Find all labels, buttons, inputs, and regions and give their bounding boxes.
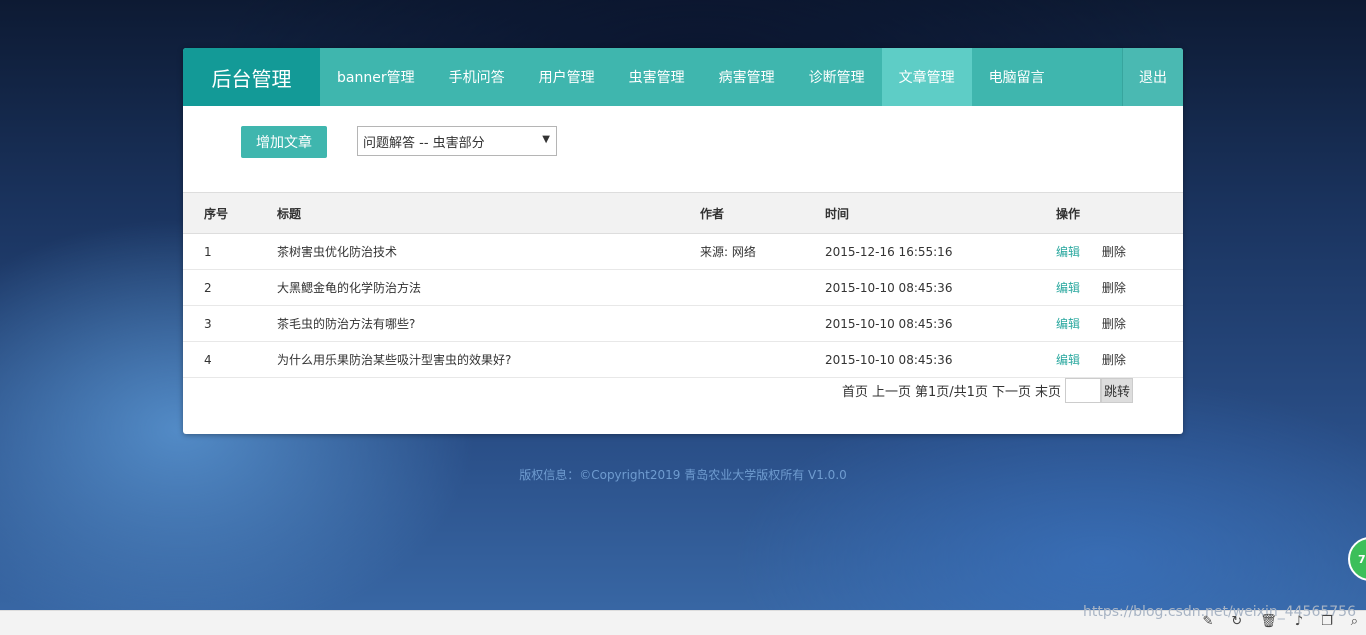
row-title: 茶毛虫的防治方法有哪些?	[277, 305, 700, 342]
table-row: 3 茶毛虫的防治方法有哪些? 2015-10-10 08:45:36 编辑 删除	[183, 305, 1183, 342]
page-jump-button[interactable]: 跳转	[1100, 378, 1133, 403]
delete-link[interactable]: 删除	[1102, 353, 1126, 367]
speed-badge[interactable]: 75	[1348, 537, 1366, 581]
row-id: 3	[183, 305, 277, 342]
row-actions: 编辑 删除	[1056, 233, 1183, 270]
edit-link[interactable]: 编辑	[1056, 353, 1080, 367]
nav-diseases[interactable]: 病害管理	[702, 48, 792, 106]
speaker-icon[interactable]: ♪	[1295, 614, 1303, 629]
pager-first[interactable]: 首页	[842, 381, 868, 400]
row-time: 2015-10-10 08:45:36	[825, 305, 1056, 342]
header-actions: 操作	[1056, 206, 1081, 221]
row-author: 来源: 网络	[700, 233, 825, 270]
nav-pc-messages[interactable]: 电脑留言	[972, 48, 1062, 106]
refresh-icon[interactable]: ↻	[1231, 614, 1242, 629]
nav-diagnosis[interactable]: 诊断管理	[792, 48, 882, 106]
row-time: 2015-10-10 08:45:36	[825, 341, 1056, 378]
row-author	[700, 305, 825, 342]
row-actions: 编辑 删除	[1056, 269, 1183, 306]
page-jump-input[interactable]	[1064, 378, 1101, 403]
toolbar: 增加文章 问题解答 -- 虫害部分 ▼	[183, 106, 1183, 192]
table-row: 4 为什么用乐果防治某些吸汁型害虫的效果好? 2015-10-10 08:45:…	[183, 341, 1183, 378]
nav-articles[interactable]: 文章管理	[881, 48, 972, 106]
header-time: 时间	[825, 206, 850, 221]
nav-mobile-qa[interactable]: 手机问答	[432, 48, 522, 106]
row-author	[700, 341, 825, 378]
pager-last[interactable]: 末页	[1035, 381, 1061, 400]
logout-button[interactable]: 退出	[1122, 48, 1183, 106]
pager-info: 第1页/共1页	[915, 385, 988, 400]
row-author	[700, 269, 825, 306]
row-actions: 编辑 删除	[1056, 341, 1183, 378]
pager-next[interactable]: 下一页	[992, 381, 1031, 400]
table-header-row: 序号 标题 作者 时间 操作	[183, 192, 1183, 234]
table-row: 2 大黑鳃金龟的化学防治方法 2015-10-10 08:45:36 编辑 删除	[183, 269, 1183, 306]
nav-users[interactable]: 用户管理	[522, 48, 612, 106]
row-id: 4	[183, 341, 277, 378]
row-title: 茶树害虫优化防治技术	[277, 233, 700, 270]
edit-link[interactable]: 编辑	[1056, 317, 1080, 331]
category-select-value: 问题解答 -- 虫害部分	[363, 135, 485, 151]
header-title: 标题	[277, 206, 302, 221]
top-navbar: 后台管理 banner管理 手机问答 用户管理 虫害管理 病害管理 诊断管理 文…	[183, 48, 1183, 106]
header-id: 序号	[204, 206, 229, 221]
add-article-button[interactable]: 增加文章	[241, 126, 327, 158]
pin-icon[interactable]: ✎	[1202, 614, 1213, 629]
nav-pests[interactable]: 虫害管理	[612, 48, 702, 106]
row-title: 大黑鳃金龟的化学防治方法	[277, 269, 700, 306]
nav-banner[interactable]: banner管理	[320, 48, 432, 106]
edit-link[interactable]: 编辑	[1056, 245, 1080, 259]
row-time: 2015-10-10 08:45:36	[825, 269, 1056, 306]
table-row: 1 茶树害虫优化防治技术 来源: 网络 2015-12-16 16:55:16 …	[183, 233, 1183, 270]
copy-icon[interactable]: ❐	[1321, 614, 1333, 629]
row-id: 2	[183, 269, 277, 306]
row-time: 2015-12-16 16:55:16	[825, 233, 1056, 270]
brand-title: 后台管理	[183, 48, 320, 106]
search-icon[interactable]: ⌕	[1351, 614, 1358, 629]
delete-link[interactable]: 删除	[1102, 281, 1126, 295]
category-select[interactable]: 问题解答 -- 虫害部分 ▼	[357, 126, 557, 156]
row-title: 为什么用乐果防治某些吸汁型害虫的效果好?	[277, 341, 700, 378]
row-actions: 编辑 删除	[1056, 305, 1183, 342]
pager-prev[interactable]: 上一页	[872, 381, 911, 400]
row-id: 1	[183, 233, 277, 270]
delete-link[interactable]: 删除	[1102, 245, 1126, 259]
edit-link[interactable]: 编辑	[1056, 281, 1080, 295]
dropdown-caret-icon: ▼	[542, 134, 550, 145]
article-table: 序号 标题 作者 时间 操作 1 茶树害虫优化防治技术 来源: 网络 2015-…	[183, 192, 1183, 378]
trash-icon[interactable]: 🗑	[1260, 614, 1277, 629]
header-author: 作者	[700, 206, 725, 221]
delete-link[interactable]: 删除	[1102, 317, 1126, 331]
pagination: 首页 上一页 第1页/共1页 下一页 末页 跳转	[838, 378, 1133, 403]
admin-panel: 后台管理 banner管理 手机问答 用户管理 虫害管理 病害管理 诊断管理 文…	[183, 48, 1183, 434]
copyright-footer: 版权信息：©Copyright2019 青岛农业大学版权所有 V1.0.0	[519, 468, 847, 482]
tray-icons: ✎ ↻ 🗑 ♪ ❐ ⌕	[1202, 614, 1358, 629]
